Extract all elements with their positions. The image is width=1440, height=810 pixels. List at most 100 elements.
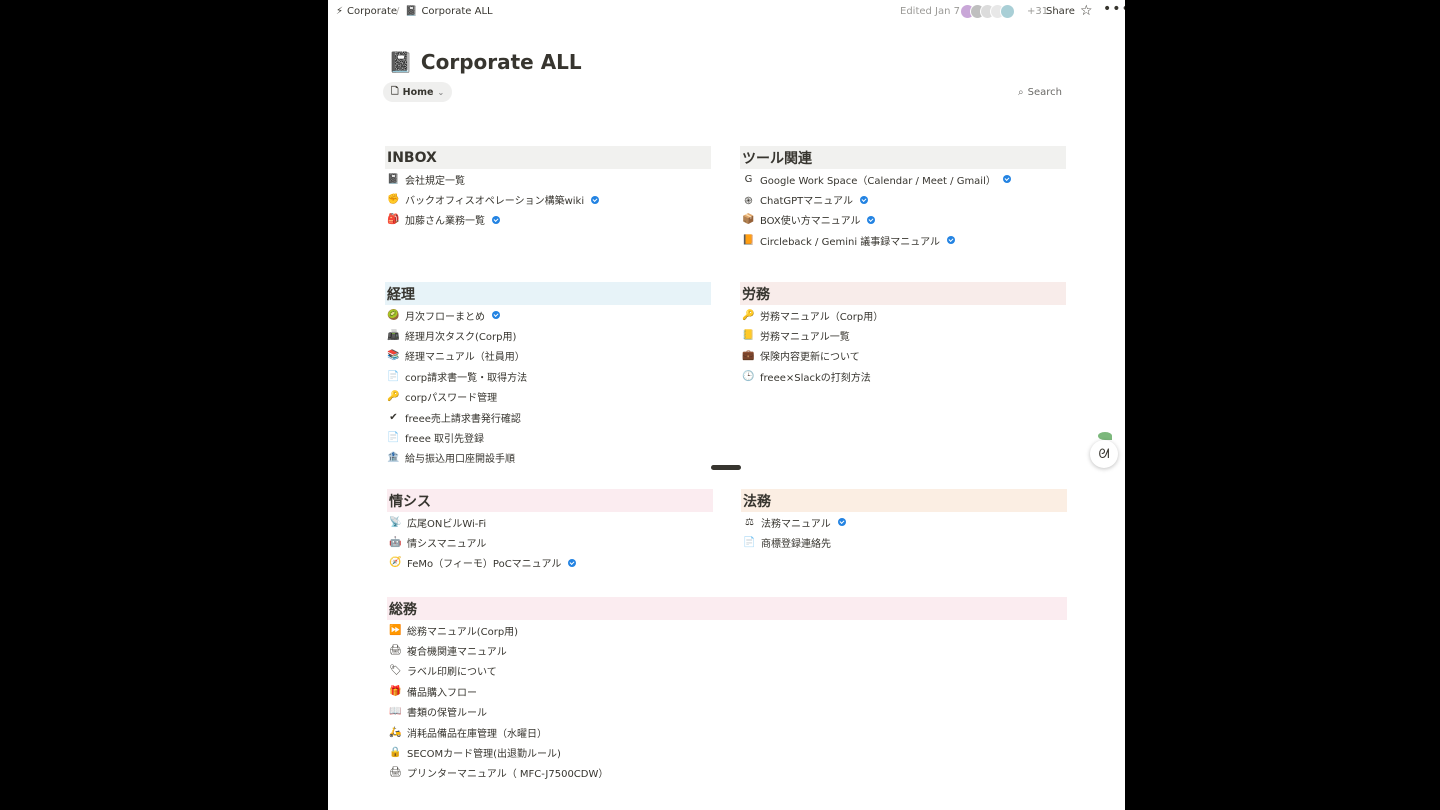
page-emoji-icon: 🔑 (742, 309, 755, 321)
verified-icon (492, 311, 500, 320)
list-item-label: corpパスワード管理 (405, 393, 498, 405)
list-item[interactable]: 🖨 複合機関連マニュアル (387, 640, 1067, 660)
ai-assistant-button[interactable]: ᘛ (1090, 440, 1118, 468)
list-item[interactable]: ✊ バックオフィスオペレーション構築wiki (385, 189, 711, 209)
section-header[interactable]: INBOX (385, 146, 711, 169)
list-item[interactable]: 📖 書類の保管ルール (387, 702, 1067, 722)
resize-handle[interactable] (711, 465, 741, 470)
list-item[interactable]: 📄 freee 取引先登録 (385, 427, 711, 447)
list-item[interactable]: 🧭 FeMo（フィーモ）PoCマニュアル (387, 553, 713, 573)
page-emoji-icon: 📚 (387, 350, 400, 362)
page-emoji-icon: 🕒 (742, 370, 755, 382)
list-item[interactable]: ֎ ChatGPTマニュアル (740, 189, 1066, 209)
list-item[interactable]: 🏦 給与振込用口座開設手順 (385, 448, 711, 468)
list-item-label: 法務マニュアル (761, 518, 831, 530)
list-item-label: SECOMカード管理(出退勤ルール) (407, 749, 561, 761)
list-item[interactable]: 🕒 freee×Slackの打刻方法 (740, 366, 1066, 386)
list-item[interactable]: 📙 Circleback / Gemini 議事録マニュアル (740, 230, 1066, 250)
list-item[interactable]: ✔ freee売上請求書発行確認 (385, 407, 711, 427)
verified-icon (859, 195, 868, 204)
section-header[interactable]: 情シス (387, 489, 713, 512)
list-item-label: FeMo（フィーモ）PoCマニュアル (407, 559, 562, 571)
list-item[interactable]: 🛵 消耗品備品在庫管理（水曜日） (387, 722, 1067, 742)
list-item[interactable]: 🖨 プリンターマニュアル（ MFC-J7500CDW） (387, 763, 1067, 783)
page-emoji-icon: 🖨 (389, 645, 402, 657)
list-item-label: 備品購入フロー (407, 687, 477, 699)
page-emoji-icon: 🎁 (389, 685, 402, 697)
list-item[interactable]: 📚 経理マニュアル（社員用） (385, 346, 711, 366)
section-header[interactable]: 経理 (385, 282, 711, 305)
section-header[interactable]: 法務 (741, 489, 1067, 512)
list-item-label: 給与振込用口座開設手順 (405, 454, 515, 466)
share-button[interactable]: Share (1046, 6, 1075, 17)
section-header[interactable]: 労務 (740, 282, 1066, 305)
more-icon[interactable]: ••• (1103, 1, 1125, 17)
breadcrumb-page[interactable]: 📓 Corporate ALL (405, 6, 493, 17)
more-collaborators-count[interactable]: +31 (1027, 6, 1048, 17)
list-item[interactable]: 📦 BOX使い方マニュアル (740, 210, 1066, 230)
home-view-label: Home (402, 86, 434, 98)
list-item[interactable]: 🤖 情シスマニュアル (387, 532, 713, 552)
section-roumu: 労務 🔑 労務マニュアル（Corp用） 📒 労務マニュアル一覧 💼 保険内容更新について 🕒… (740, 282, 1066, 387)
list-item[interactable]: 🎒 加藤さん業務一覧 (385, 210, 711, 230)
list-item[interactable]: 📡 広尾ONビルWi-Fi (387, 512, 713, 532)
page-emoji-icon: 📒 (742, 330, 755, 342)
list-item[interactable]: 📄 corp請求書一覧・取得方法 (385, 366, 711, 386)
list-item-label: 情シスマニュアル (407, 539, 487, 551)
section-header[interactable]: 総務 (387, 597, 1067, 620)
search-label: Search (1027, 87, 1062, 98)
list-item[interactable]: 🔑 労務マニュアル（Corp用） (740, 305, 1066, 325)
list-item[interactable]: 📠 経理月次タスク(Corp用) (385, 325, 711, 345)
breadcrumb-page-label: Corporate ALL (421, 6, 493, 17)
star-icon[interactable]: ☆ (1080, 3, 1093, 19)
verified-icon (1002, 175, 1011, 184)
page-emoji-icon: 🏦 (387, 452, 400, 464)
section-items: 🔑 労務マニュアル（Corp用） 📒 労務マニュアル一覧 💼 保険内容更新について 🕒 fre… (740, 305, 1066, 387)
section-items: G Google Work Space（Calendar / Meet / Gma… (740, 169, 1066, 251)
page-emoji-icon: 📄 (743, 537, 756, 549)
verified-icon (947, 236, 955, 245)
list-item-label: BOX使い方マニュアル (760, 216, 861, 228)
verified-icon (591, 195, 600, 204)
page-emoji-icon: ⚖ (745, 516, 754, 528)
list-item[interactable]: 🔒 SECOMカード管理(出退勤ルール) (387, 742, 1067, 762)
verified-icon (867, 215, 876, 224)
notion-page: ⚡ Corporate / 📓 Corporate ALL Edited Jan… (328, 0, 1125, 810)
list-item[interactable]: ⚖ 法務マニュアル (741, 512, 1067, 532)
breadcrumb-workspace-label: Corporate (347, 6, 398, 17)
list-item-label: 経理マニュアル（社員用） (405, 352, 525, 364)
search-button[interactable]: ⌕ Search (1018, 87, 1062, 98)
page-emoji-icon: ✔ (389, 411, 398, 423)
collaborator-avatars[interactable] (960, 4, 1028, 20)
list-item[interactable]: ⏩ 総務マニュアル(Corp用) (387, 620, 1067, 640)
page-title[interactable]: 📓 Corporate ALL (388, 50, 582, 74)
list-item[interactable]: 🥝 月次フローまとめ (385, 305, 711, 325)
section-items: ⏩ 総務マニュアル(Corp用) 🖨 複合機関連マニュアル 🏷 ラベル印刷について 🎁 備品購… (387, 620, 1067, 783)
list-item-label: 会社規定一覧 (405, 175, 465, 187)
page-icon: 🗋 (391, 86, 399, 97)
breadcrumb-workspace[interactable]: ⚡ Corporate (336, 6, 397, 17)
list-item-label: 保険内容更新について (760, 352, 860, 364)
list-item[interactable]: 💼 保険内容更新について (740, 346, 1066, 366)
list-item-label: corp請求書一覧・取得方法 (405, 372, 528, 384)
leaf-icon (1098, 432, 1112, 440)
bolt-icon: ⚡ (336, 6, 344, 17)
list-item[interactable]: 📒 労務マニュアル一覧 (740, 325, 1066, 345)
section-items: 🥝 月次フローまとめ 📠 経理月次タスク(Corp用) 📚 経理マニュアル（社員用） 📄 co… (385, 305, 711, 468)
list-item[interactable]: 🎁 備品購入フロー (387, 681, 1067, 701)
list-item[interactable]: 📄 商標登録連絡先 (741, 532, 1067, 552)
section-header[interactable]: ツール関連 (740, 146, 1066, 169)
list-item-label: 総務マニュアル(Corp用) (407, 626, 519, 638)
list-item-label: プリンターマニュアル（ MFC-J7500CDW） (407, 769, 609, 781)
avatar (1000, 4, 1015, 19)
list-item[interactable]: 🔑 corpパスワード管理 (385, 387, 711, 407)
list-item[interactable]: G Google Work Space（Calendar / Meet / Gma… (740, 169, 1066, 189)
notebook-icon[interactable]: 📓 (388, 50, 413, 74)
page-emoji-icon: ✊ (387, 194, 400, 206)
list-item-label: freee×Slackの打刻方法 (760, 372, 871, 384)
home-view-tab[interactable]: 🗋 Home ⌄ (383, 82, 453, 102)
list-item[interactable]: 📓 会社規定一覧 (385, 169, 711, 189)
list-item-label: バックオフィスオペレーション構築wiki (405, 196, 585, 208)
list-item[interactable]: 🏷 ラベル印刷について (387, 661, 1067, 681)
list-item-label: 月次フローまとめ (405, 311, 485, 323)
